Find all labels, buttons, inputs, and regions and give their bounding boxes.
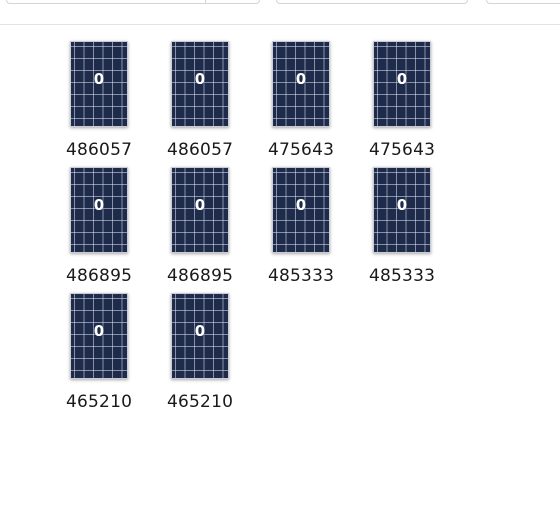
file-item[interactable]: 0 486057 xyxy=(167,40,268,166)
file-label: 486895 xyxy=(167,266,234,286)
file-label: 486057 xyxy=(66,140,133,160)
file-item[interactable]: 0 486895 xyxy=(167,166,268,292)
file-label: 475643 xyxy=(268,140,335,160)
grid-file-icon: 0 xyxy=(171,293,229,379)
file-item[interactable]: 0 465210 xyxy=(167,292,268,418)
file-item[interactable]: 0 485333 xyxy=(268,166,369,292)
file-label: 486057 xyxy=(167,140,234,160)
toolbar-button[interactable] xyxy=(486,0,560,4)
file-item[interactable]: 0 485333 xyxy=(369,166,470,292)
file-label: 465210 xyxy=(66,392,133,412)
file-label: 485333 xyxy=(369,266,436,286)
file-item[interactable]: 0 465210 xyxy=(66,292,167,418)
file-count: 0 xyxy=(396,196,408,214)
grid-file-icon: 0 xyxy=(171,41,229,127)
toolbar xyxy=(0,0,560,25)
search-field-divider xyxy=(205,0,206,3)
file-item[interactable]: 0 486057 xyxy=(66,40,167,166)
grid-file-icon: 0 xyxy=(373,167,431,253)
file-count: 0 xyxy=(93,322,105,340)
file-count: 0 xyxy=(194,322,206,340)
grid-file-icon: 0 xyxy=(70,167,128,253)
grid-file-icon: 0 xyxy=(272,167,330,253)
file-count: 0 xyxy=(295,70,307,88)
file-item[interactable]: 0 475643 xyxy=(268,40,369,166)
grid-file-icon: 0 xyxy=(70,293,128,379)
filter-field[interactable] xyxy=(276,0,468,4)
file-label: 475643 xyxy=(369,140,436,160)
grid-file-icon: 0 xyxy=(272,41,330,127)
file-count: 0 xyxy=(194,196,206,214)
file-count: 0 xyxy=(295,196,307,214)
file-label: 485333 xyxy=(268,266,335,286)
file-count: 0 xyxy=(93,196,105,214)
file-label: 486895 xyxy=(66,266,133,286)
grid-file-icon: 0 xyxy=(373,41,431,127)
file-count: 0 xyxy=(194,70,206,88)
file-grid: 0 486057 0 486057 0 475643 0 475643 0 48… xyxy=(66,40,470,418)
grid-file-icon: 0 xyxy=(70,41,128,127)
grid-file-icon: 0 xyxy=(171,167,229,253)
file-count: 0 xyxy=(396,70,408,88)
search-field[interactable] xyxy=(6,0,260,4)
file-item[interactable]: 0 475643 xyxy=(369,40,470,166)
file-count: 0 xyxy=(93,70,105,88)
file-item[interactable]: 0 486895 xyxy=(66,166,167,292)
file-label: 465210 xyxy=(167,392,234,412)
